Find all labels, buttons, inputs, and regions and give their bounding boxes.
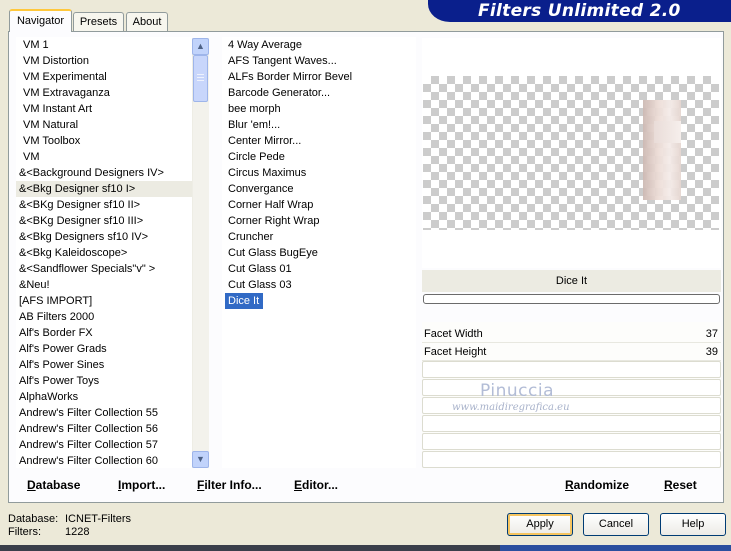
help-button[interactable]: Help [660, 513, 726, 536]
editor-button[interactable]: Editor... [294, 477, 338, 493]
category-item[interactable]: Alf's Power Sines [16, 357, 192, 373]
tab-presets[interactable]: Presets [73, 12, 124, 31]
scroll-up-button[interactable]: ▲ [192, 38, 209, 55]
scrollbar-grip [197, 80, 204, 81]
category-item[interactable]: AB Filters 2000 [16, 309, 192, 325]
reset-button[interactable]: Reset [664, 477, 697, 493]
category-item[interactable]: &<Background Designers IV> [16, 165, 192, 181]
facet-width-value[interactable]: 37 [678, 326, 718, 342]
import-button[interactable]: Import... [118, 477, 165, 493]
category-item[interactable]: VM 1 [16, 37, 192, 53]
database-button[interactable]: Database [27, 477, 80, 493]
param-slot [422, 415, 721, 432]
filter-item[interactable]: AFS Tangent Waves... [225, 53, 416, 69]
scrollbar-thumb[interactable] [193, 55, 208, 102]
taskbar-strip-blue [500, 545, 731, 551]
app-title: Filters Unlimited 2.0 [478, 1, 681, 21]
tab-about[interactable]: About [126, 12, 168, 31]
scroll-down-button[interactable]: ▼ [192, 451, 209, 468]
category-item[interactable]: VM Extravaganza [16, 85, 192, 101]
category-item[interactable]: Andrew's Filter Collection 57 [16, 437, 192, 453]
category-item[interactable]: VM Distortion [16, 53, 192, 69]
selected-filter-name: Dice It [422, 270, 721, 292]
category-item[interactable]: VM Toolbox [16, 133, 192, 149]
filters-count: 1228 [65, 526, 90, 538]
category-item[interactable]: &<BKg Designer sf10 II> [16, 197, 192, 213]
category-item[interactable]: Alf's Power Toys [16, 373, 192, 389]
param-slot [422, 433, 721, 450]
filter-item[interactable]: Barcode Generator... [225, 85, 416, 101]
filter-item[interactable]: ALFs Border Mirror Bevel [225, 69, 416, 85]
category-item[interactable]: &<Sandflower Specials"v" > [16, 261, 192, 277]
tab-navigator[interactable]: Navigator [9, 9, 72, 32]
database-value: ICNET-Filters [65, 513, 131, 525]
filter-item[interactable]: Cruncher [225, 229, 416, 245]
database-label: Database: [8, 513, 59, 525]
filter-item[interactable]: Center Mirror... [225, 133, 416, 149]
category-item[interactable]: VM Experimental [16, 69, 192, 85]
category-scrollbar[interactable] [192, 38, 209, 468]
category-item[interactable]: AlphaWorks [16, 389, 192, 405]
category-item[interactable]: Andrew's Filter Collection 60 [16, 453, 192, 468]
facet-height-label: Facet Height [424, 346, 487, 358]
category-item[interactable]: Andrew's Filter Collection 55 [16, 405, 192, 421]
category-item[interactable]: &<Bkg Kaleidoscope> [16, 245, 192, 261]
category-list[interactable]: VM 1 VM Distortion VM Experimental VM Extra… [16, 37, 192, 468]
filter-list[interactable]: 4 Way Average AFS Tangent Waves... ALFs Bo… [222, 37, 416, 468]
randomize-button[interactable]: Randomize [565, 477, 629, 493]
category-item[interactable]: Alf's Border FX [16, 325, 192, 341]
filter-item[interactable]: Circus Maximus [225, 165, 416, 181]
apply-button[interactable]: Apply [507, 513, 573, 536]
category-item[interactable]: Alf's Power Grads [16, 341, 192, 357]
facet-width-label: Facet Width [424, 328, 483, 340]
category-item[interactable]: &Neu! [16, 277, 192, 293]
facet-height-value[interactable]: 39 [678, 344, 718, 360]
filter-item[interactable]: Dice It [225, 293, 264, 309]
category-item[interactable]: Andrew's Filter Collection 56 [16, 421, 192, 437]
category-item[interactable]: &<Bkg Designer sf10 I> [16, 181, 192, 197]
watermark-url: www.maidiregrafica.eu [452, 402, 570, 413]
filter-item[interactable]: bee morph [225, 101, 416, 117]
category-item[interactable]: VM [16, 149, 192, 165]
scrollbar-grip [197, 74, 204, 75]
filters-label: Filters: [8, 526, 41, 538]
filter-item[interactable]: Convergance [225, 181, 416, 197]
param-slot [422, 361, 721, 378]
filter-item[interactable]: Cut Glass BugEye [225, 245, 416, 261]
category-item[interactable]: &<BKg Designer sf10 III> [16, 213, 192, 229]
filter-item[interactable]: Blur 'em!... [225, 117, 416, 133]
param-slot [422, 451, 721, 468]
filter-item[interactable]: Corner Right Wrap [225, 213, 416, 229]
category-item[interactable]: VM Natural [16, 117, 192, 133]
progress-bar [423, 294, 720, 304]
filter-item[interactable]: Circle Pede [225, 149, 416, 165]
cancel-button[interactable]: Cancel [583, 513, 649, 536]
category-item[interactable]: [AFS IMPORT] [16, 293, 192, 309]
filter-item[interactable]: Corner Half Wrap [225, 197, 416, 213]
category-item[interactable]: VM Instant Art [16, 101, 192, 117]
filter-item[interactable]: Cut Glass 01 [225, 261, 416, 277]
filter-item[interactable]: Cut Glass 03 [225, 277, 416, 293]
scrollbar-grip [197, 77, 204, 78]
preview-dice-block [654, 121, 681, 143]
preview-dice-strip [643, 100, 681, 200]
watermark-name: Pinuccia [480, 381, 554, 401]
filter-info-button[interactable]: Filter Info... [197, 477, 262, 493]
category-item[interactable]: &<Bkg Designers sf10 IV> [16, 229, 192, 245]
filter-item[interactable]: 4 Way Average [225, 37, 416, 53]
param-slot [422, 379, 721, 396]
